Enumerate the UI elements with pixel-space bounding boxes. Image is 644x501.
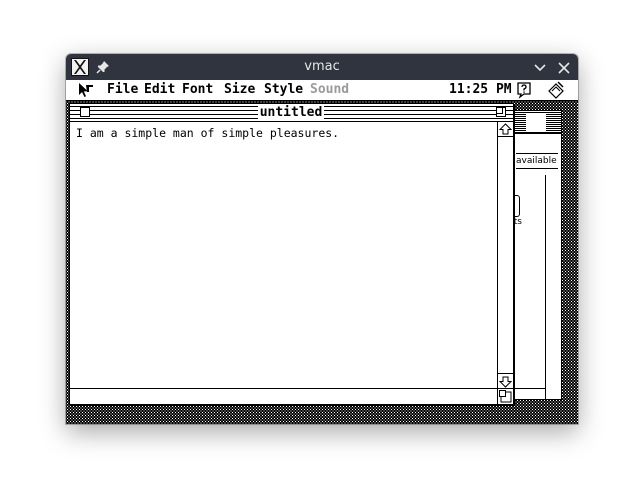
close-box[interactable] xyxy=(80,107,90,117)
close-icon[interactable] xyxy=(557,60,571,79)
background-window-scrollbar[interactable] xyxy=(545,175,561,399)
menu-font[interactable]: Font xyxy=(182,82,213,97)
document-text[interactable]: I am a simple man of simple pleasures. xyxy=(76,126,339,140)
window-titlebar[interactable]: vmac xyxy=(66,54,578,80)
vertical-scrollbar[interactable] xyxy=(497,122,513,388)
background-window-title-box xyxy=(526,113,546,131)
mac-desktop[interactable]: File Edit Font Size Style Sound 11:25 PM xyxy=(66,80,578,424)
menu-clock: 11:25 PM xyxy=(449,82,512,97)
resize-grow-icon[interactable] xyxy=(497,388,513,404)
window-title: vmac xyxy=(304,59,340,74)
chevron-down-icon[interactable] xyxy=(533,60,547,79)
horizontal-scrollbar[interactable] xyxy=(70,388,498,404)
menu-sound[interactable]: Sound xyxy=(310,82,349,97)
mac-menubar: File Edit Font Size Style Sound 11:25 PM xyxy=(66,80,578,101)
document-window[interactable]: untitled I am a simple man of simple ple… xyxy=(69,103,514,405)
availability-label: available xyxy=(516,153,558,169)
menu-style[interactable]: Style xyxy=(264,82,303,97)
pointer-logo-icon[interactable] xyxy=(78,82,94,102)
background-window[interactable]: available nts xyxy=(508,110,562,400)
background-window-divider xyxy=(512,388,545,389)
menu-file[interactable]: File xyxy=(107,82,138,97)
emulator-window: vmac File Edit Font Size Style Sound 11:… xyxy=(66,54,578,424)
application-menu-icon[interactable] xyxy=(547,81,565,103)
document-titlebar[interactable]: untitled xyxy=(70,104,513,122)
help-balloon-icon[interactable] xyxy=(515,81,533,103)
document-title: untitled xyxy=(258,104,324,121)
zoom-box[interactable] xyxy=(496,107,506,117)
menu-size[interactable]: Size xyxy=(224,82,255,97)
scroll-down-arrow-icon[interactable] xyxy=(498,373,513,388)
menu-edit[interactable]: Edit xyxy=(144,82,175,97)
background-window-titlebar xyxy=(512,111,561,134)
scroll-up-arrow-icon[interactable] xyxy=(498,122,513,137)
